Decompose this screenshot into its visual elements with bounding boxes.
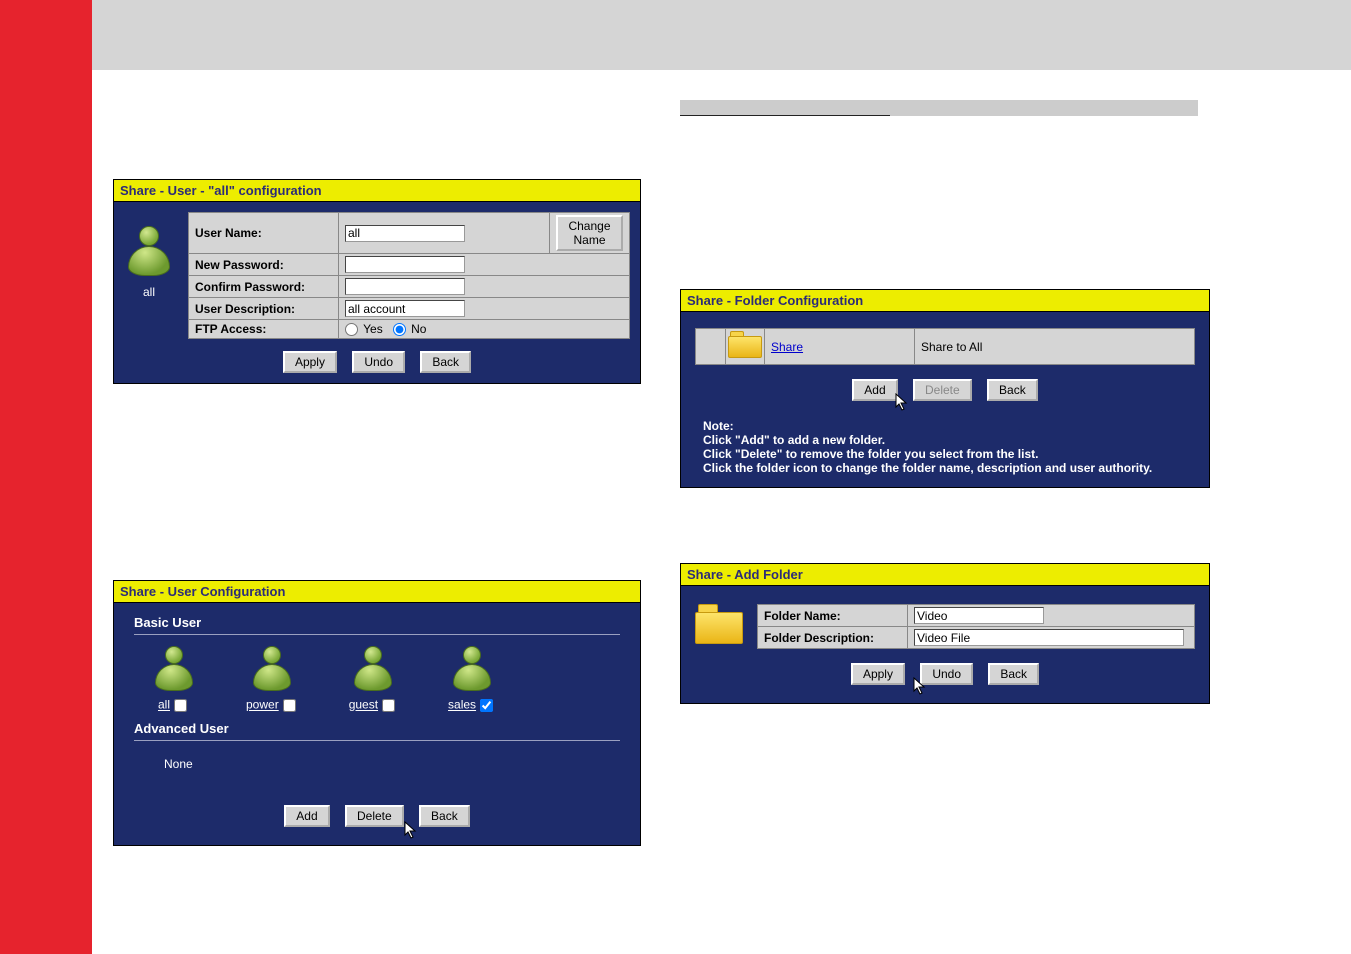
folder-link-share[interactable]: Share — [771, 340, 803, 354]
note-line-3: Click the folder icon to change the fold… — [703, 461, 1152, 475]
divider — [134, 740, 620, 741]
panel-user-configuration: Share - User Configuration Basic User al… — [113, 580, 641, 846]
panel-user-all-config: Share - User - "all" configuration all U… — [113, 179, 641, 384]
basic-user-row: all power guest sales — [152, 645, 630, 715]
folder-icon[interactable] — [728, 331, 762, 359]
userdesc-label: User Description: — [189, 298, 339, 320]
note-line-1: Click "Add" to add a new folder. — [703, 433, 885, 447]
user-caption: all — [124, 285, 174, 299]
panel-title: Share - Add Folder — [681, 564, 1209, 586]
user-link-guest[interactable]: guest — [349, 698, 378, 712]
panel-folder-configuration: Share - Folder Configuration Share Share… — [680, 289, 1210, 488]
ftp-no-option[interactable]: No — [393, 322, 427, 336]
user-description-input[interactable] — [345, 300, 465, 317]
advanced-user-heading: Advanced User — [134, 721, 630, 736]
user-link-all[interactable]: all — [158, 698, 170, 712]
username-input[interactable] — [345, 225, 465, 242]
confirmpwd-label: Confirm Password: — [189, 276, 339, 298]
divider — [134, 634, 620, 635]
user-checkbox-all[interactable] — [174, 699, 187, 712]
user-icon — [124, 224, 174, 278]
change-name-button[interactable]: Change Name — [556, 215, 623, 251]
delete-button[interactable]: Delete — [913, 379, 972, 401]
username-label: User Name: — [189, 213, 339, 254]
apply-button[interactable]: Apply — [283, 351, 337, 373]
folder-icon — [695, 604, 743, 646]
apply-button[interactable]: Apply — [851, 663, 905, 685]
newpwd-label: New Password: — [189, 254, 339, 276]
gray-header — [92, 0, 1351, 70]
gray-section-bar-underline — [680, 115, 890, 116]
note-line-2: Click "Delete" to remove the folder you … — [703, 447, 1038, 461]
panel-title: Share - Folder Configuration — [681, 290, 1209, 312]
note-block: Note: Click "Add" to add a new folder. C… — [703, 419, 1195, 475]
user-link-sales[interactable]: sales — [448, 698, 476, 712]
add-button[interactable]: Add — [852, 379, 897, 401]
new-password-input[interactable] — [345, 256, 465, 273]
back-button[interactable]: Back — [419, 805, 470, 827]
panel-title: Share - User Configuration — [114, 581, 640, 603]
folder-description: Share to All — [915, 329, 1195, 365]
user-link-power[interactable]: power — [246, 698, 279, 712]
add-button[interactable]: Add — [284, 805, 329, 827]
user-icon — [351, 645, 395, 693]
folder-name-input[interactable] — [914, 607, 1044, 624]
user-checkbox-guest[interactable] — [382, 699, 395, 712]
user-icon — [250, 645, 294, 693]
gray-section-bar — [680, 100, 1198, 116]
basic-user-heading: Basic User — [134, 615, 630, 630]
user-checkbox-sales[interactable] — [480, 699, 493, 712]
back-button[interactable]: Back — [420, 351, 471, 373]
folder-desc-input[interactable] — [914, 629, 1184, 646]
panel-title: Share - User - "all" configuration — [114, 180, 640, 202]
delete-button[interactable]: Delete — [345, 805, 404, 827]
ftp-yes-option[interactable]: Yes — [345, 322, 383, 336]
back-button[interactable]: Back — [988, 663, 1039, 685]
note-label: Note: — [703, 419, 745, 433]
user-icon — [152, 645, 196, 693]
back-button[interactable]: Back — [987, 379, 1038, 401]
folder-desc-label: Folder Description: — [758, 627, 908, 649]
red-sidebar-strip — [0, 0, 92, 954]
user-icon — [450, 645, 494, 693]
undo-button[interactable]: Undo — [352, 351, 405, 373]
advanced-user-none: None — [164, 751, 630, 777]
confirm-password-input[interactable] — [345, 278, 465, 295]
folder-name-label: Folder Name: — [758, 605, 908, 627]
user-checkbox-power[interactable] — [283, 699, 296, 712]
undo-button[interactable]: Undo — [920, 663, 973, 685]
folder-row: Share Share to All — [696, 329, 1195, 365]
ftp-label: FTP Access: — [189, 320, 339, 339]
panel-add-folder: Share - Add Folder Folder Name: Folder D… — [680, 563, 1210, 704]
